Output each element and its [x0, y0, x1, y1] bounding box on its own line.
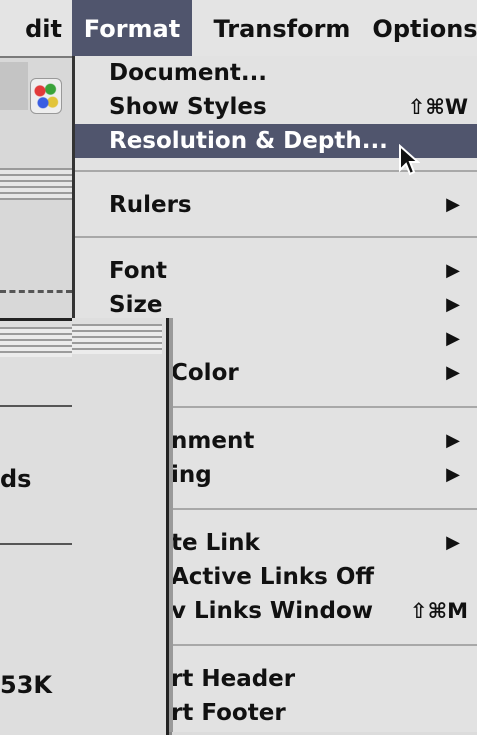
menu-bar: dit Format Transform Options — [0, 0, 477, 58]
window-title-bar[interactable] — [0, 168, 72, 200]
dialog-box-label: ds — [0, 465, 32, 493]
submenu-arrow-icon: ▶ — [446, 260, 460, 281]
menu-item-rulers[interactable]: Rulers ▶ — [75, 188, 477, 222]
submenu-arrow-icon: ▶ — [446, 430, 460, 451]
submenu-arrow-icon: ▶ — [446, 294, 460, 315]
dialog-title-bar-edge — [72, 324, 162, 354]
mouse-pointer-icon — [399, 144, 420, 176]
menu-edit[interactable]: dit — [0, 0, 62, 56]
menu-item-size[interactable]: Size ▶ — [75, 288, 477, 322]
menu-item-show-styles[interactable]: Show Styles ⇧⌘W — [75, 90, 477, 124]
submenu-arrow-icon: ▶ — [446, 194, 460, 215]
menu-item-document[interactable]: Document... — [75, 56, 477, 90]
menu-format[interactable]: Format — [72, 0, 192, 56]
dashed-divider — [0, 290, 72, 293]
submenu-arrow-icon: ▶ — [446, 464, 460, 485]
menu-transform[interactable]: Transform — [202, 0, 362, 56]
submenu-arrow-icon: ▶ — [446, 328, 460, 349]
dialog-size-label: 53K — [0, 671, 52, 699]
menu-separator — [75, 236, 477, 238]
color-palette-icon[interactable] — [30, 78, 62, 114]
menu-options[interactable]: Options — [370, 0, 477, 56]
submenu-arrow-icon: ▶ — [446, 532, 460, 553]
shortcut-label: ⇧⌘M — [410, 599, 468, 623]
dialog-window-edge — [72, 318, 169, 732]
toolbar-field — [0, 62, 28, 110]
shortcut-label: ⇧⌘W — [407, 95, 468, 119]
menu-item-font[interactable]: Font ▶ — [75, 254, 477, 288]
submenu-arrow-icon: ▶ — [446, 362, 460, 383]
